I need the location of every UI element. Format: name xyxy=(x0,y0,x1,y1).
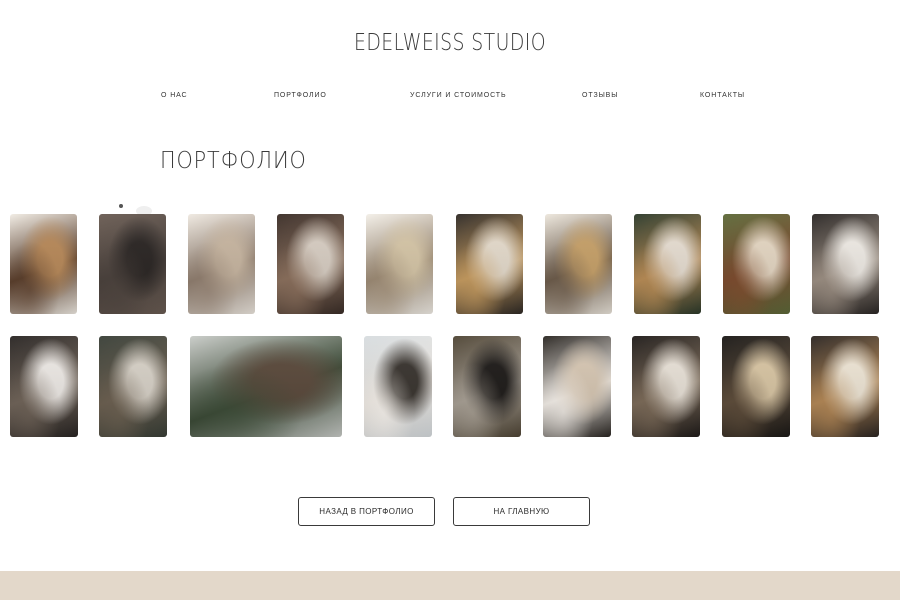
photo-shading xyxy=(99,336,167,437)
photo-shading xyxy=(99,214,166,314)
photo-shading xyxy=(366,214,433,314)
cursor-dot xyxy=(119,204,123,208)
photo-shading xyxy=(811,336,879,437)
footer-band xyxy=(0,571,900,600)
photo-umbrella-rain[interactable] xyxy=(453,336,521,437)
photo-shading xyxy=(364,336,432,437)
photo-shading xyxy=(10,336,78,437)
photo-floral-arch-sign[interactable] xyxy=(634,214,701,314)
photo-pampas-decor[interactable] xyxy=(545,214,612,314)
photo-couple-close-up[interactable] xyxy=(543,336,611,437)
nav-item-reviews[interactable]: ОТЗЫВЫ xyxy=(582,92,618,99)
photo-table-setting[interactable] xyxy=(812,214,879,314)
photo-shading xyxy=(10,214,77,314)
home-button[interactable]: НА ГЛАВНУЮ xyxy=(453,497,590,526)
photo-shading xyxy=(632,336,700,437)
photo-shading xyxy=(453,336,521,437)
photo-bride-portrait-bouquet[interactable] xyxy=(277,214,344,314)
nav-item-about[interactable]: О НАС xyxy=(161,92,188,99)
site-logo[interactable]: EDELWEISS STUDIO xyxy=(81,30,819,56)
photo-groom-boutonniere[interactable] xyxy=(10,336,78,437)
photo-shading xyxy=(634,214,701,314)
photo-outdoor-ceremony[interactable] xyxy=(190,336,342,437)
photo-couple-with-guests[interactable] xyxy=(364,336,432,437)
photo-bride-veil-flowers[interactable] xyxy=(188,214,255,314)
photo-couple-dance[interactable] xyxy=(632,336,700,437)
nav-item-contacts[interactable]: КОНТАКТЫ xyxy=(700,92,745,99)
back-to-portfolio-button[interactable]: НАЗАД В ПОРТФОЛИО xyxy=(298,497,435,526)
photo-table-dried-flowers[interactable] xyxy=(456,214,523,314)
photo-shading xyxy=(543,336,611,437)
photo-floral-hoop-outdoor[interactable] xyxy=(723,214,790,314)
photo-shading xyxy=(188,214,255,314)
photo-shading xyxy=(722,336,790,437)
photo-bride-under-lights[interactable] xyxy=(722,336,790,437)
photo-invitation-box[interactable] xyxy=(10,214,77,314)
photo-champagne-toast[interactable] xyxy=(366,214,433,314)
photo-shading xyxy=(545,214,612,314)
page-title: ПОРТФОЛИО xyxy=(160,148,307,174)
photo-shading xyxy=(456,214,523,314)
photo-shading xyxy=(812,214,879,314)
photo-couple-umbrella[interactable] xyxy=(99,336,167,437)
nav-item-services-prices[interactable]: УСЛУГИ И СТОИМОСТЬ xyxy=(410,92,506,99)
nav-item-portfolio[interactable]: ПОРТФОЛИО xyxy=(274,92,327,99)
photo-shading xyxy=(277,214,344,314)
photo-shading xyxy=(190,336,342,437)
photo-groom-suit-on-hanger[interactable] xyxy=(99,214,166,314)
photo-shading xyxy=(723,214,790,314)
photo-wedding-cake[interactable] xyxy=(811,336,879,437)
